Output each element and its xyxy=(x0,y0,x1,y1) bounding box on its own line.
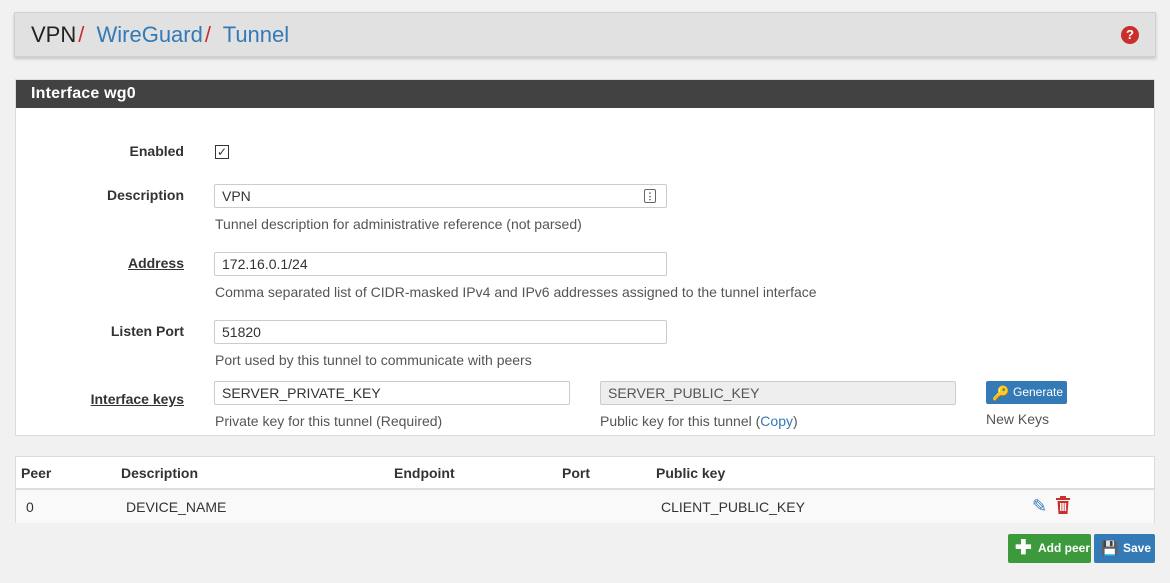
column-header-description: Description xyxy=(121,465,199,481)
listen-port-label: Listen Port xyxy=(110,323,184,339)
address-value: 172.16.0.1/24 xyxy=(222,256,308,272)
peers-table: Peer Description Endpoint Port Public ke… xyxy=(15,456,1155,523)
private-key-value: SERVER_PRIVATE_KEY xyxy=(222,385,381,401)
pencil-icon[interactable]: ✎ xyxy=(1032,496,1047,517)
breadcrumb-tunnel-link[interactable]: Tunnel xyxy=(223,22,289,47)
new-keys-hint: New Keys xyxy=(986,411,1050,427)
public-key-cell: CLIENT_PUBLIC_KEY xyxy=(661,499,805,515)
listen-port-input[interactable]: 51820 xyxy=(214,320,667,344)
copy-link[interactable]: Copy xyxy=(760,413,793,429)
peer-cell: 0 xyxy=(26,499,34,515)
public-key-hint-prefix: Public key for this tunnel ( xyxy=(600,413,761,429)
listen-port-value: 51820 xyxy=(222,324,261,340)
column-header-peer: Peer xyxy=(21,465,52,481)
autofill-icon[interactable]: ⋮ xyxy=(644,189,656,203)
enabled-checkbox[interactable]: ✓ xyxy=(215,145,229,159)
address-hint: Comma separated list of CIDR-masked IPv4… xyxy=(215,284,817,300)
breadcrumb-separator: / xyxy=(78,22,85,47)
column-header-endpoint: Endpoint xyxy=(394,465,455,481)
description-hint: Tunnel description for administrative re… xyxy=(215,216,582,232)
public-key-hint-suffix: ) xyxy=(792,413,798,429)
private-key-hint: Private key for this tunnel (Required) xyxy=(215,413,443,429)
key-icon: 🔑 xyxy=(992,385,1010,401)
interface-keys-label[interactable]: Interface keys xyxy=(91,391,184,407)
panel-title: Interface wg0 xyxy=(16,80,1154,108)
save-button[interactable]: 💾 Save xyxy=(1094,534,1155,563)
add-peer-button[interactable]: ✚ Add peer xyxy=(1008,534,1091,563)
breadcrumb-wireguard-link[interactable]: WireGuard xyxy=(97,22,203,47)
public-key-value: SERVER_PUBLIC_KEY xyxy=(608,385,760,401)
description-cell: DEVICE_NAME xyxy=(126,499,227,515)
address-label[interactable]: Address xyxy=(128,255,184,271)
breadcrumb: VPN/ WireGuard/ Tunnel xyxy=(31,22,289,48)
listen-port-hint: Port used by this tunnel to communicate … xyxy=(215,352,532,368)
interface-panel: Interface wg0 Enabled ✓ Description VPN … xyxy=(15,79,1155,436)
address-input[interactable]: 172.16.0.1/24 xyxy=(214,252,667,276)
breadcrumb-root: VPN xyxy=(31,22,77,47)
floppy-disk-icon: 💾 xyxy=(1101,540,1119,556)
public-key-hint: Public key for this tunnel (Copy) xyxy=(600,413,798,429)
save-label: Save xyxy=(1123,541,1152,555)
generate-label: Generate xyxy=(1013,385,1064,399)
question-circle-icon[interactable]: ? xyxy=(1121,26,1139,44)
private-key-input[interactable]: SERVER_PRIVATE_KEY xyxy=(214,381,570,405)
page-header: VPN/ WireGuard/ Tunnel ? xyxy=(14,12,1156,57)
public-key-input: SERVER_PUBLIC_KEY xyxy=(600,381,956,405)
add-peer-label: Add peer xyxy=(1038,541,1091,555)
description-value: VPN xyxy=(222,188,251,204)
description-input[interactable]: VPN ⋮ xyxy=(214,184,667,208)
plus-icon: ✚ xyxy=(1015,537,1032,559)
column-header-port: Port xyxy=(562,465,590,481)
enabled-label: Enabled xyxy=(129,143,184,159)
generate-keys-button[interactable]: 🔑 Generate xyxy=(986,381,1067,404)
trash-icon[interactable] xyxy=(1055,496,1071,514)
description-label: Description xyxy=(106,187,184,203)
breadcrumb-separator: / xyxy=(204,22,211,47)
column-header-public-key: Public key xyxy=(656,465,726,481)
table-row[interactable]: 0 DEVICE_NAME CLIENT_PUBLIC_KEY ✎ xyxy=(16,490,1154,523)
